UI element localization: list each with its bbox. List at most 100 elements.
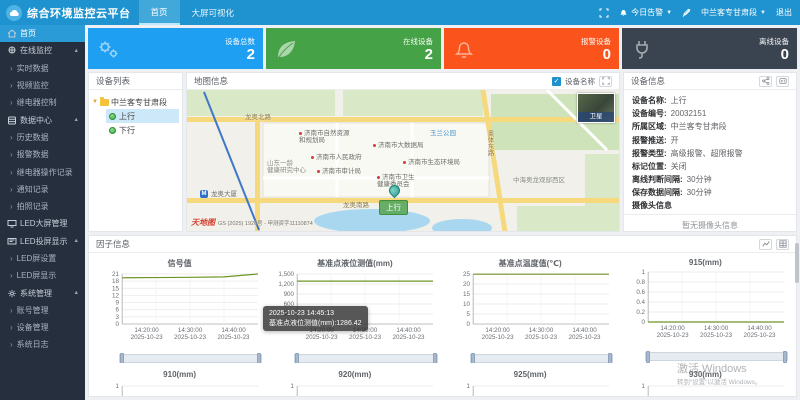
svg-text:900: 900 <box>284 291 295 298</box>
tree-node-下行[interactable]: 下行 <box>106 123 179 137</box>
sidebar-item-系统日志[interactable]: ›系统日志 <box>0 336 85 353</box>
nav-tab-首页[interactable]: 首页 <box>139 0 180 25</box>
submenu-arrow-icon: › <box>10 306 13 315</box>
datazoom-handle-left[interactable] <box>120 353 124 363</box>
sidebar-item-label: 首页 <box>20 28 36 39</box>
stat-card-离线设备[interactable]: 离线设备0 <box>622 28 797 69</box>
sidebar-item-在线监控[interactable]: 在线监控▲ <box>0 42 85 59</box>
stat-card-text: 设备总数2 <box>225 36 255 62</box>
sidebar-item-LED屏显示[interactable]: ›LED屏显示 <box>0 267 85 284</box>
datazoom-selection[interactable] <box>475 355 608 362</box>
datazoom-slider[interactable] <box>470 354 613 363</box>
info-field-value: 开 <box>671 135 679 146</box>
sidebar-item-实时数据[interactable]: ›实时数据 <box>0 60 85 77</box>
datazoom-slider[interactable] <box>645 352 788 361</box>
chart-plot[interactable]: 00.20.40.60.8114:20:002025-10-2314:30:00… <box>621 268 790 346</box>
datazoom-selection[interactable] <box>299 355 432 362</box>
share-icon[interactable] <box>759 76 772 87</box>
logout-button[interactable]: 退出 <box>776 7 792 18</box>
nav-tab-大屏可视化[interactable]: 大屏可视化 <box>180 0 247 25</box>
satellite-toggle[interactable]: 卫星 <box>577 93 615 123</box>
chart-930(mm): 930(mm)1 <box>621 367 790 397</box>
map-marker-label[interactable]: 上行 <box>379 200 408 215</box>
sidebar-item-继电器控制[interactable]: ›继电器控制 <box>0 94 85 111</box>
svg-text:14:40:00: 14:40:00 <box>572 327 597 334</box>
svg-text:14:40:00: 14:40:00 <box>747 325 772 332</box>
sidebar-item-拍照记录[interactable]: ›拍照记录 <box>0 198 85 215</box>
stat-card-报警设备[interactable]: 报警设备0 <box>444 28 619 69</box>
stat-card-在线设备[interactable]: 在线设备2 <box>266 28 441 69</box>
sidebar-item-label: 拍照记录 <box>17 201 49 212</box>
sidebar-item-设备管理[interactable]: ›设备管理 <box>0 319 85 336</box>
sidebar-item-继电器操作记录[interactable]: ›继电器操作记录 <box>0 163 85 180</box>
datazoom-slider[interactable] <box>294 354 437 363</box>
datazoom-handle-left[interactable] <box>646 351 650 363</box>
sidebar-item-历史数据[interactable]: ›历史数据 <box>0 129 85 146</box>
svg-text:0: 0 <box>466 321 470 328</box>
edit-icon[interactable] <box>682 8 691 17</box>
svg-text:18: 18 <box>112 278 120 285</box>
datazoom-selection[interactable] <box>124 355 257 362</box>
chart-plot-partial[interactable]: 1 <box>270 380 439 397</box>
tree-expand-icon[interactable]: ▼ <box>92 99 98 105</box>
chart-plot-partial[interactable]: 1 <box>446 380 615 397</box>
map-fullscreen-icon[interactable] <box>599 76 612 87</box>
stat-card-value: 0 <box>759 47 789 62</box>
scrollbar-thumb[interactable] <box>795 243 799 283</box>
id-card-icon[interactable] <box>776 76 789 87</box>
top-navbar: 综合环境监控云平台 首页大屏可视化 今日告警 ▼ 中兰客专甘肃段 ▼ 退出 <box>0 0 800 25</box>
map-label-龙奥北路: 龙奥北路 <box>245 114 271 121</box>
chart-plot[interactable]: 051015202514:20:002025-10-2314:30:002025… <box>446 270 615 348</box>
svg-text:2025-10-23: 2025-10-23 <box>174 334 207 341</box>
stat-card-text: 离线设备0 <box>759 36 789 62</box>
datazoom-handle-right[interactable] <box>783 351 787 363</box>
line-chart-icon[interactable] <box>759 239 772 250</box>
map-canvas[interactable]: 卫星 天地图 GS (2025) 1920号 - 甲测资字11110874 龙奥… <box>187 90 619 231</box>
folder-icon <box>100 99 109 106</box>
svg-text:14:30:00: 14:30:00 <box>178 327 203 334</box>
chevron-down-icon: ▼ <box>760 10 766 16</box>
svg-text:2025-10-23: 2025-10-23 <box>481 334 514 341</box>
datazoom-selection[interactable] <box>650 353 783 360</box>
sidebar-item-首页[interactable]: 首页 <box>0 25 85 42</box>
svg-text:0: 0 <box>641 319 645 326</box>
sidebar-item-LED大屏管理[interactable]: LED大屏管理 <box>0 215 85 232</box>
datazoom-slider[interactable] <box>119 354 262 363</box>
tree-root-node[interactable]: ▼中兰客专甘肃段 <box>92 95 179 109</box>
alarm-dropdown[interactable]: 今日告警 ▼ <box>619 7 672 18</box>
datazoom-handle-left[interactable] <box>295 353 299 363</box>
tree-node-上行[interactable]: 上行 <box>106 109 179 123</box>
fullscreen-icon[interactable] <box>599 8 609 18</box>
sidebar-item-数据中心[interactable]: 数据中心▲ <box>0 111 85 128</box>
sidebar-item-LED屏设置[interactable]: ›LED屏设置 <box>0 250 85 267</box>
svg-text:1: 1 <box>291 383 295 390</box>
submenu-arrow-icon: › <box>10 185 13 194</box>
sidebar-item-LED投屏显示[interactable]: LED投屏显示▲ <box>0 233 85 250</box>
navbar-right: 今日告警 ▼ 中兰客专甘肃段 ▼ 退出 <box>599 7 800 18</box>
datazoom-handle-right[interactable] <box>433 353 437 363</box>
sidebar-item-系统管理[interactable]: 系统管理▲ <box>0 284 85 301</box>
sidebar-item-报警数据[interactable]: ›报警数据 <box>0 146 85 163</box>
sidebar-item-通知记录[interactable]: ›通知记录 <box>0 181 85 198</box>
sidebar-item-视频监控[interactable]: ›视频监控 <box>0 77 85 94</box>
info-row-保存数据间隔: 保存数据间隔:30分钟 <box>632 186 788 199</box>
map-label-济南市大数据局: 济南市大数据局 <box>373 142 424 149</box>
chart-plot-partial[interactable]: 1 <box>95 380 264 397</box>
datazoom-handle-right[interactable] <box>257 353 261 363</box>
map-label-龙奥大厦: 龙奥大厦 <box>211 191 237 198</box>
sidebar-item-账号管理[interactable]: ›账号管理 <box>0 302 85 319</box>
device-info-title: 设备信息 <box>631 75 665 87</box>
chart-plot[interactable]: 03691215182114:20:002025-10-2314:30:0020… <box>95 270 264 348</box>
stat-card-text: 报警设备0 <box>581 36 611 62</box>
device-name-checkbox[interactable]: ✓ <box>552 77 561 86</box>
sidebar-item-label: 继电器控制 <box>17 97 57 108</box>
org-dropdown[interactable]: 中兰客专甘肃段 ▼ <box>701 7 766 18</box>
chart-title: 基准点液位测值(mm) <box>270 258 439 269</box>
stat-card-设备总数[interactable]: 设备总数2 <box>88 28 263 69</box>
datazoom-handle-left[interactable] <box>471 353 475 363</box>
grid-view-icon[interactable] <box>776 239 789 250</box>
online-status-icon <box>109 127 116 134</box>
datazoom-handle-right[interactable] <box>608 353 612 363</box>
chart-plot-partial[interactable]: 1 <box>621 380 790 397</box>
info-row-标记位置: 标记位置:关闭 <box>632 160 788 173</box>
